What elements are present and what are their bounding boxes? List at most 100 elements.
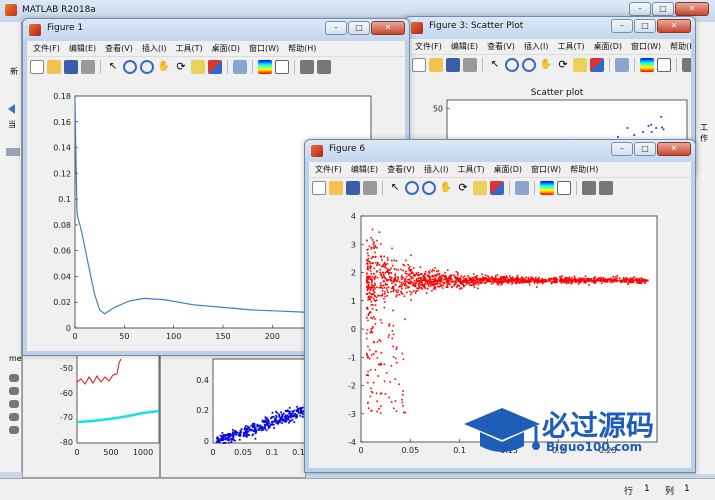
link-plot-icon[interactable] [515, 180, 529, 195]
minimize-button[interactable]: – [325, 21, 347, 35]
close-button[interactable]: ✕ [657, 142, 691, 156]
list-item-icon[interactable] [9, 426, 19, 434]
menu-window[interactable]: 窗口(W) [531, 164, 561, 175]
colorbar-icon[interactable] [640, 57, 654, 72]
menu-help[interactable]: 帮助(H) [288, 43, 316, 54]
save-icon[interactable] [346, 180, 360, 195]
open-file-icon[interactable] [429, 57, 443, 72]
new-figure-icon[interactable] [312, 180, 326, 195]
menu-insert[interactable]: 插入(I) [524, 41, 549, 52]
maximize-button[interactable]: □ [634, 142, 656, 156]
maximize-button[interactable]: □ [652, 2, 674, 16]
legend-icon[interactable] [657, 57, 671, 72]
menu-view[interactable]: 查看(V) [487, 41, 515, 52]
list-item-icon[interactable] [9, 400, 19, 408]
list-item-icon[interactable] [9, 387, 19, 395]
link-plot-icon[interactable] [615, 57, 629, 72]
print-icon[interactable] [463, 57, 477, 72]
menu-file[interactable]: 文件(F) [415, 41, 442, 52]
list-item-icon[interactable] [9, 374, 19, 382]
figure6-titlebar[interactable]: Figure 6 – □ ✕ [305, 140, 695, 162]
rotate-3d-icon[interactable]: ⟳ [556, 58, 570, 72]
pan-hand-icon[interactable]: ✋ [157, 60, 171, 74]
menu-file[interactable]: 文件(F) [315, 164, 342, 175]
list-item-icon[interactable] [9, 413, 19, 421]
toolbar-separator [634, 57, 635, 72]
pan-hand-icon[interactable]: ✋ [439, 181, 453, 195]
legend-icon[interactable] [275, 59, 289, 74]
menu-view[interactable]: 查看(V) [387, 164, 415, 175]
hide-tools-icon[interactable] [682, 57, 691, 72]
zoom-out-icon[interactable] [522, 57, 536, 72]
figure3-titlebar[interactable]: Figure 3: Scatter Plot – □ ✕ [405, 17, 695, 39]
select-arrow-icon[interactable]: ↖ [488, 58, 502, 72]
select-arrow-icon[interactable]: ↖ [388, 181, 402, 195]
scatter-point [391, 286, 394, 288]
close-button[interactable]: ✕ [371, 21, 405, 35]
menu-desktop[interactable]: 桌面(D) [494, 164, 522, 175]
brush-icon[interactable] [490, 180, 504, 195]
select-arrow-icon[interactable]: ↖ [106, 60, 120, 74]
zoom-in-icon[interactable] [505, 57, 519, 72]
menu-edit[interactable]: 编辑(E) [451, 41, 478, 52]
colorbar-icon[interactable] [258, 59, 272, 74]
print-icon[interactable] [81, 59, 95, 74]
scatter-point [247, 430, 250, 433]
zoom-in-icon[interactable] [405, 180, 419, 195]
menu-help[interactable]: 帮助(H) [570, 164, 598, 175]
save-icon[interactable] [446, 57, 460, 72]
scatter-point [402, 405, 404, 407]
menu-edit[interactable]: 编辑(E) [69, 43, 96, 54]
minimize-button[interactable]: – [611, 142, 633, 156]
new-figure-icon[interactable] [30, 59, 44, 74]
menu-edit[interactable]: 编辑(E) [351, 164, 378, 175]
data-cursor-icon[interactable] [573, 57, 587, 72]
menu-desktop[interactable]: 桌面(D) [212, 43, 240, 54]
zoom-out-icon[interactable] [140, 59, 154, 74]
new-figure-icon[interactable] [412, 57, 426, 72]
maximize-button[interactable]: □ [348, 21, 370, 35]
brush-icon[interactable] [208, 59, 222, 74]
link-plot-icon[interactable] [233, 59, 247, 74]
scatter-point [586, 279, 589, 281]
minimize-button[interactable]: – [629, 2, 651, 16]
menu-tools[interactable]: 工具(T) [557, 41, 584, 52]
zoom-out-icon[interactable] [422, 180, 436, 195]
menu-window[interactable]: 窗口(W) [631, 41, 661, 52]
menu-desktop[interactable]: 桌面(D) [594, 41, 622, 52]
open-file-icon[interactable] [329, 180, 343, 195]
zoom-in-icon[interactable] [123, 59, 137, 74]
brush-icon[interactable] [590, 57, 604, 72]
menu-help[interactable]: 帮助(H) [670, 41, 691, 52]
menu-insert[interactable]: 插入(I) [142, 43, 167, 54]
menu-tools[interactable]: 工具(T) [457, 164, 484, 175]
menu-window[interactable]: 窗口(W) [249, 43, 279, 54]
data-cursor-icon[interactable] [473, 180, 487, 195]
rotate-3d-icon[interactable]: ⟳ [456, 181, 470, 195]
print-icon[interactable] [363, 180, 377, 195]
open-file-icon[interactable] [47, 59, 61, 74]
hide-tools-icon[interactable] [582, 180, 596, 195]
rotate-3d-icon[interactable]: ⟳ [174, 60, 188, 74]
pan-hand-icon[interactable]: ✋ [539, 58, 553, 72]
menu-insert[interactable]: 插入(I) [424, 164, 449, 175]
figure1-titlebar[interactable]: Figure 1 – □ ✕ [23, 19, 409, 41]
minimize-button[interactable]: – [611, 19, 633, 33]
scatter-point [257, 428, 260, 431]
menu-view[interactable]: 查看(V) [105, 43, 133, 54]
save-icon[interactable] [64, 59, 78, 74]
legend-icon[interactable] [557, 180, 571, 195]
scatter-point [373, 247, 375, 250]
maximize-button[interactable]: □ [634, 19, 656, 33]
show-tools-icon[interactable] [317, 59, 331, 74]
back-arrow-icon[interactable] [8, 104, 15, 114]
close-button[interactable]: ✕ [675, 2, 709, 16]
menu-tools[interactable]: 工具(T) [175, 43, 202, 54]
colorbar-icon[interactable] [540, 180, 554, 195]
scatter-point [482, 278, 485, 281]
close-button[interactable]: ✕ [657, 19, 691, 33]
menu-file[interactable]: 文件(F) [33, 43, 60, 54]
show-tools-icon[interactable] [599, 180, 613, 195]
data-cursor-icon[interactable] [191, 59, 205, 74]
hide-tools-icon[interactable] [300, 59, 314, 74]
